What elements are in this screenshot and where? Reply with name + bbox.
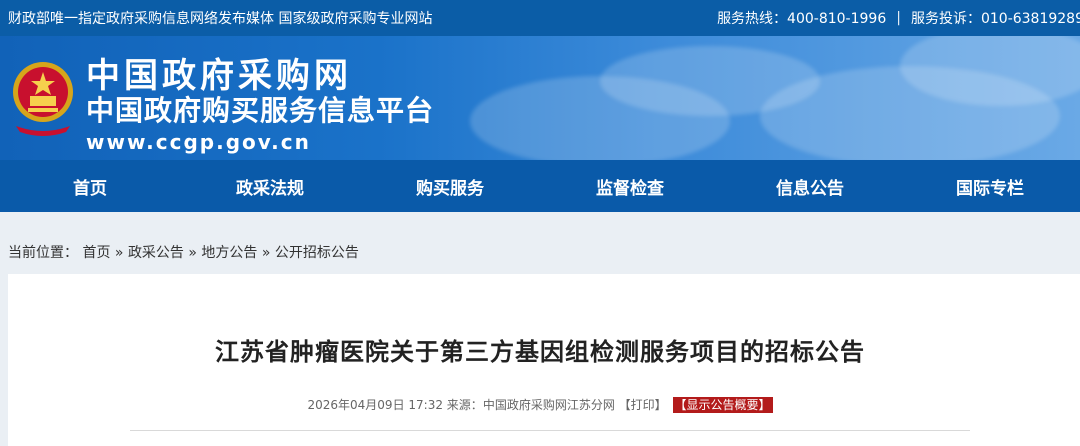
nav-purchase-services[interactable]: 购买服务 [360,174,540,199]
article-meta: 2026年04月09日 17:32 来源：中国政府采购网江苏分网 【打印】 【显… [0,396,1080,413]
show-summary-button[interactable]: 【显示公告概要】 [672,397,773,413]
nav-regulations[interactable]: 政采法规 [180,174,360,199]
breadcrumb-home[interactable]: 首页 [82,245,110,261]
breadcrumb-local-announcements[interactable]: 地方公告 [201,245,257,261]
complaint-text: 服务投诉：010-63819289 [910,11,1080,27]
topbar-separator: | [896,10,901,26]
article-source: 中国政府采购网江苏分网 [482,398,615,412]
topbar-contact: 服务热线：400-810-1996 | 服务投诉：010-63819289 [717,8,1080,28]
article-datetime: 2026年04月09日 17:32 [307,398,443,412]
breadcrumb-public-tender[interactable]: 公开招标公告 [275,245,359,261]
source-label: 来源： [446,398,483,412]
site-url: www.ccgp.gov.cn [86,130,311,154]
breadcrumb-gov-announcements[interactable]: 政采公告 [128,245,184,261]
site-subtitle: 中国政府购买服务信息平台 [86,94,435,127]
divider [130,430,970,431]
nav-announcements[interactable]: 信息公告 [720,174,900,199]
hotline-text: 服务热线：400-810-1996 [717,11,887,27]
main-nav: 首页 政采法规 购买服务 监督检查 信息公告 国际专栏 [0,160,1080,212]
site-title: 中国政府采购网 [86,56,352,96]
breadcrumb-prefix: 当前位置： [8,245,78,261]
top-info-bar: 财政部唯一指定政府采购信息网络发布媒体 国家级政府采购专业网站 服务热线：400… [0,0,1080,36]
article-title: 江苏省肿瘤医院关于第三方基因组检测服务项目的招标公告 [215,338,865,366]
breadcrumb-sep: » [114,245,124,261]
site-banner: 中国政府采购网 中国政府购买服务信息平台 www.ccgp.gov.cn [0,36,1080,160]
site-brand[interactable]: 中国政府采购网 中国政府购买服务信息平台 www.ccgp.gov.cn [86,56,434,154]
nav-international[interactable]: 国际专栏 [900,174,1080,199]
nav-home[interactable]: 首页 [0,174,180,199]
breadcrumb-sep: » [261,245,271,261]
breadcrumb-sep: » [188,245,197,261]
print-link[interactable]: 【打印】 [619,398,667,412]
breadcrumb: 当前位置： 首页 » 政采公告 » 地方公告 » 公开招标公告 [8,242,359,262]
national-emblem-icon[interactable] [8,56,78,136]
topbar-slogan: 财政部唯一指定政府采购信息网络发布媒体 国家级政府采购专业网站 [8,11,433,27]
nav-supervision[interactable]: 监督检查 [540,174,720,199]
